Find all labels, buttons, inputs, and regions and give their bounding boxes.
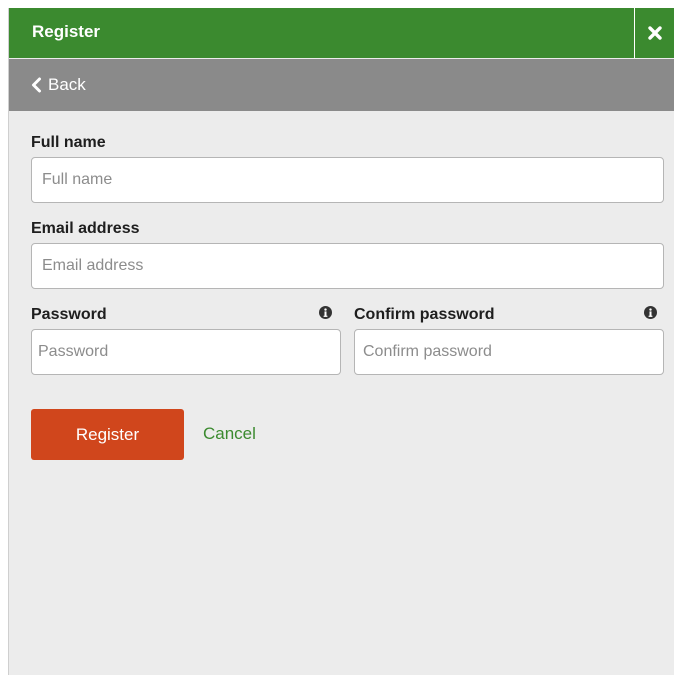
cancel-link[interactable]: Cancel — [203, 424, 256, 444]
email-label: Email address — [31, 220, 140, 237]
register-button[interactable]: Register — [31, 409, 184, 460]
password-input[interactable] — [31, 329, 341, 375]
password-info-icon[interactable] — [319, 306, 332, 319]
close-button[interactable] — [634, 8, 674, 58]
close-icon — [648, 26, 662, 40]
password-label: Password — [31, 306, 107, 323]
confirm-password-info-icon[interactable] — [644, 306, 657, 319]
chevron-left-icon — [32, 77, 41, 93]
email-input[interactable] — [31, 243, 664, 289]
dialog-title: Register — [32, 22, 101, 41]
full-name-input[interactable] — [31, 157, 664, 203]
confirm-password-label: Confirm password — [354, 306, 495, 323]
dialog-header: Register — [9, 8, 674, 58]
full-name-label: Full name — [31, 134, 106, 151]
register-dialog: Register Back Full name Email address Pa… — [8, 8, 674, 675]
back-bar: Back — [9, 59, 674, 111]
back-button[interactable]: Back — [31, 59, 86, 111]
confirm-password-input[interactable] — [354, 329, 664, 375]
back-label: Back — [48, 75, 86, 94]
